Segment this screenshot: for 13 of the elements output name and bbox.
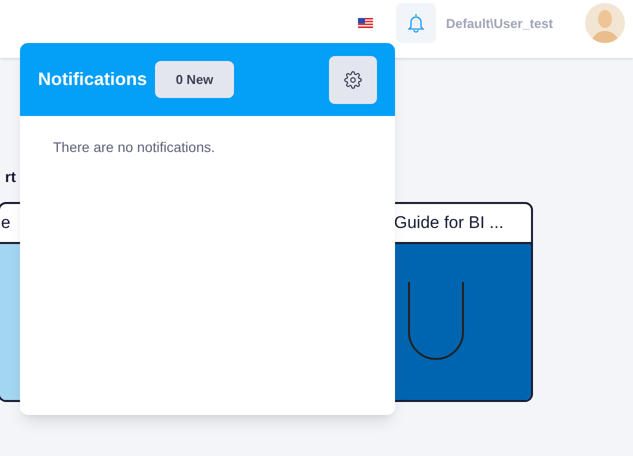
card-title: Guide for BI ... [394, 212, 504, 234]
empty-message: There are no notifications. [53, 138, 216, 157]
settings-button[interactable] [329, 56, 377, 104]
section-heading: rt [5, 168, 16, 188]
notifications-button[interactable] [396, 3, 436, 43]
settings-icon [344, 70, 362, 88]
card-title: e [1, 212, 10, 234]
panel-title: Notifications [38, 68, 148, 91]
bell-icon [407, 13, 425, 33]
new-count-badge: 0 New [155, 61, 234, 98]
u-shape-icon [408, 282, 464, 360]
guide-card[interactable]: e [0, 202, 20, 402]
flag-icon[interactable] [358, 18, 373, 28]
